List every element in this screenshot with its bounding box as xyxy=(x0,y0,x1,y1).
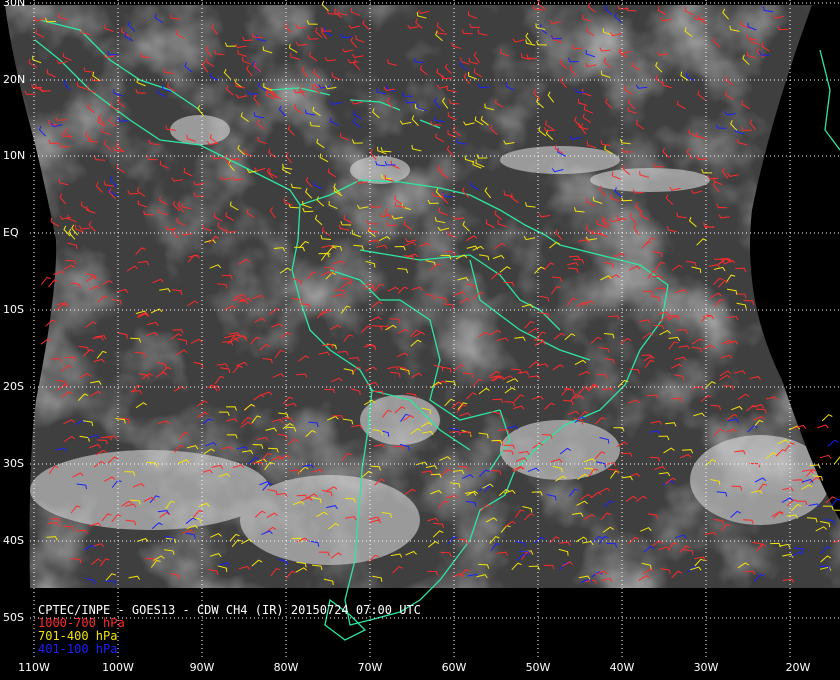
lat-label: 20S xyxy=(3,380,24,393)
lat-label: 10N xyxy=(3,149,26,162)
lon-label: 40W xyxy=(609,661,635,674)
wind-barb xyxy=(817,424,829,429)
lon-label: 110W xyxy=(18,661,50,674)
lat-label: 40S xyxy=(3,534,24,547)
lon-label: 50W xyxy=(525,661,551,674)
wind-barb xyxy=(821,414,833,422)
lat-label: 50S xyxy=(3,611,24,624)
satellite-image-area xyxy=(5,5,840,588)
lon-label: 60W xyxy=(441,661,467,674)
lon-label: 80W xyxy=(273,661,299,674)
lat-label: EQ xyxy=(3,226,19,239)
wind-barb xyxy=(827,439,839,447)
lon-label: 30W xyxy=(693,661,719,674)
lon-label: 90W xyxy=(189,661,215,674)
wind-barb xyxy=(819,454,832,459)
lat-label: 30S xyxy=(3,457,24,470)
wind-barb xyxy=(830,498,840,507)
lon-label: 20W xyxy=(785,661,811,674)
map-caption: CPTEC/INPE - GOES13 - CDW CH4 (IR) 20150… xyxy=(38,604,421,656)
legend-high-level: 401-100 hPa xyxy=(38,642,118,656)
lon-label: 70W xyxy=(357,661,383,674)
lat-label: 10S xyxy=(3,303,24,316)
satellite-wind-map xyxy=(5,0,840,660)
wind-barb xyxy=(834,456,840,465)
lon-label: 100W xyxy=(102,661,134,674)
lat-label: 20N xyxy=(3,73,26,86)
cloud-texture xyxy=(5,5,840,588)
wind-barb xyxy=(40,276,51,285)
lat-label: 30N xyxy=(3,0,26,9)
